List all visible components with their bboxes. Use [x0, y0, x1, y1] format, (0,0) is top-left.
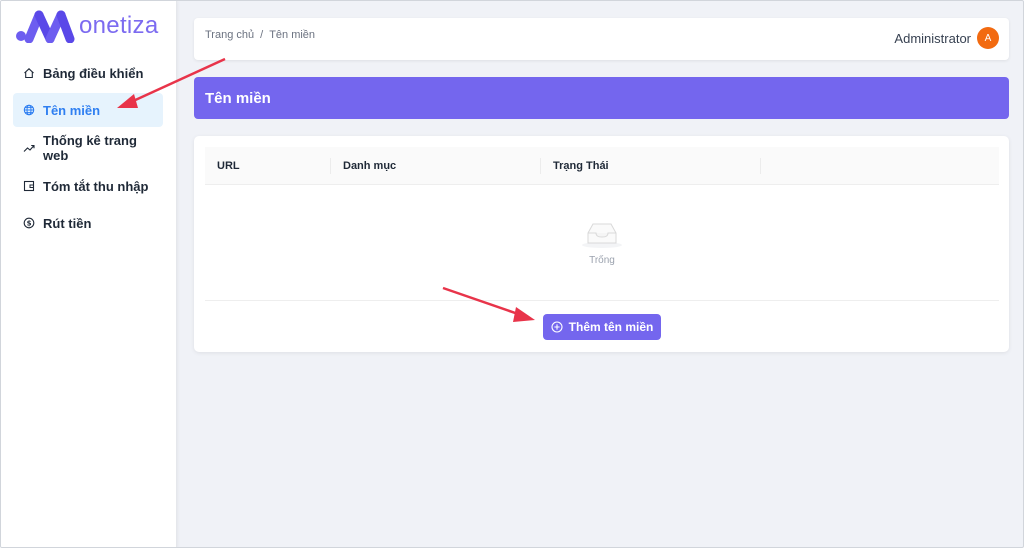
breadcrumb-home-link[interactable]: Trang chủ — [205, 29, 254, 41]
column-header-actions — [761, 147, 999, 185]
sidebar: onetiza Bảng điều khiển Tên miền Thống k… — [1, 1, 177, 547]
brand-name: onetiza — [79, 12, 159, 39]
page-title-banner: Tên miền — [194, 77, 1009, 119]
empty-text: Trống — [589, 255, 615, 266]
domains-card: URL Danh mục Trạng Thái Trống Thêm tên m… — [194, 136, 1009, 352]
app-window: onetiza Bảng điều khiển Tên miền Thống k… — [0, 0, 1024, 548]
sidebar-item-domains[interactable]: Tên miền — [13, 93, 163, 127]
add-domain-label: Thêm tên miền — [568, 320, 654, 334]
sidebar-item-site-stats[interactable]: Thống kê trang web — [13, 131, 163, 165]
column-header-category: Danh mục — [331, 147, 541, 185]
column-header-status: Trạng Thái — [541, 147, 761, 185]
globe-icon — [23, 104, 35, 116]
sidebar-item-label: Bảng điều khiển — [43, 65, 144, 81]
page-title: Tên miền — [205, 89, 271, 107]
user-menu[interactable]: Administrator A — [894, 27, 999, 49]
home-icon — [23, 67, 35, 79]
sidebar-item-label: Tên miền — [43, 102, 101, 118]
sidebar-item-earnings[interactable]: Tóm tắt thu nhập — [13, 169, 163, 203]
dollar-icon: $ — [23, 217, 35, 229]
sidebar-item-label: Thống kê trang web — [43, 133, 137, 163]
user-name: Administrator — [894, 30, 971, 46]
sidebar-item-withdraw[interactable]: $ Rút tiền — [13, 206, 163, 240]
trend-icon — [23, 142, 35, 154]
breadcrumb-current: Tên miền — [269, 29, 316, 41]
add-domain-button[interactable]: Thêm tên miền — [543, 314, 661, 340]
breadcrumb-separator: / — [260, 29, 264, 41]
svg-text:$: $ — [27, 220, 32, 228]
logo-mark-icon — [16, 10, 75, 43]
top-bar: Trang chủ / Tên miền Administrator A — [194, 18, 1009, 60]
empty-inbox-icon — [582, 223, 622, 248]
plus-circle-icon — [551, 321, 563, 333]
column-header-url: URL — [205, 147, 331, 185]
avatar[interactable]: A — [977, 27, 999, 49]
sidebar-item-label: Rút tiền — [43, 215, 92, 231]
sidebar-item-dashboard[interactable]: Bảng điều khiển — [13, 56, 163, 90]
table-header: URL Danh mục Trạng Thái — [205, 147, 999, 185]
brand-logo[interactable]: onetiza — [15, 9, 159, 43]
wallet-icon — [23, 180, 35, 192]
breadcrumb: Trang chủ / Tên miền — [205, 29, 315, 41]
table-empty-state: Trống — [205, 185, 999, 301]
sidebar-item-label: Tóm tắt thu nhập — [43, 178, 149, 194]
